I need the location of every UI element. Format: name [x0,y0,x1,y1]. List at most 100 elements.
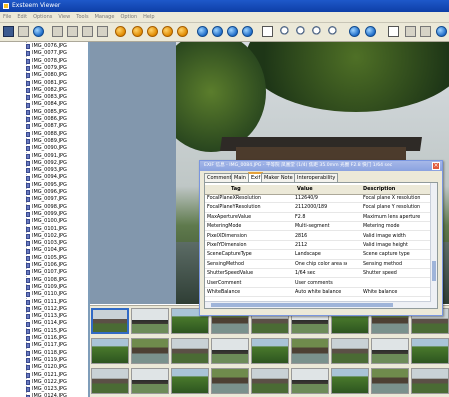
thumbnail[interactable] [171,368,209,394]
file-list-item[interactable]: IMG_0093.JPG [26,167,67,174]
thumbnail[interactable] [371,368,409,394]
file-list-item[interactable]: IMG_0083.JPG [26,94,67,101]
menu-item-file[interactable]: File [0,12,14,22]
thumbnail[interactable] [91,338,129,364]
thumbnail[interactable] [371,338,409,364]
file-list-item[interactable]: IMG_0084.JPG [26,101,67,108]
table-row[interactable]: FocalPlaneXResolution 112640/9 Focal plane… [205,195,431,204]
back-icon[interactable] [197,26,208,37]
open-icon[interactable] [18,26,29,37]
table-row[interactable]: PixelYDimension 2112 Valid image height [205,242,431,251]
file-list-item[interactable]: IMG_0079.JPG [26,65,67,72]
file-list-item[interactable]: IMG_0118.JPG [26,350,67,357]
refresh-icon[interactable] [33,26,44,37]
file-list-item[interactable]: IMG_0076.JPG [26,43,67,50]
save-icon[interactable] [3,26,14,37]
file-list-item[interactable]: IMG_0081.JPG [26,80,67,87]
last-icon[interactable] [177,26,188,37]
file-list-item[interactable]: IMG_0103.JPG [26,240,67,247]
file-list-item[interactable]: IMG_0105.JPG [26,255,67,262]
doc-icon[interactable] [388,26,399,37]
file-list-item[interactable]: IMG_0106.JPG [26,262,67,269]
column-header-value[interactable]: Value [297,185,349,194]
zoom-actual-icon[interactable] [328,26,339,37]
tab-maker-note[interactable]: Maker Note [261,173,296,182]
column-header-description[interactable]: Description [363,185,429,194]
vertical-scroll-thumb[interactable] [432,261,436,281]
file-list-item[interactable]: IMG_0119.JPG [26,357,67,364]
table-row[interactable]: WhiteBalance Auto white balance White bala… [205,289,431,298]
thumbnail[interactable] [411,338,449,364]
first-icon[interactable] [162,26,173,37]
file-tree[interactable]: IMG_0076.JPG IMG_0077.JPG IMG_0078.JPG IMG_… [0,42,90,397]
next-icon[interactable] [147,26,158,37]
forward-icon[interactable] [212,26,223,37]
file-list-item[interactable]: IMG_0100.JPG [26,218,67,225]
file-list-item[interactable]: IMG_0117.JPG [26,342,67,349]
file-list-item[interactable]: IMG_0080.JPG [26,72,67,79]
file-list-item[interactable]: IMG_0124.JPG [26,393,67,397]
thumbnail[interactable] [291,368,329,394]
file-list-item[interactable]: IMG_0102.JPG [26,233,67,240]
zoom-out-icon[interactable] [296,26,307,37]
blank-icon[interactable] [262,26,273,37]
cut-icon[interactable] [52,26,63,37]
thumbnail[interactable] [291,338,329,364]
file-list-item[interactable]: IMG_0098.JPG [26,204,67,211]
column-header-tag[interactable]: Tag [231,185,289,194]
table-row[interactable]: MeteringMode Multi-segment Metering mode [205,223,431,232]
file-list-item[interactable]: IMG_0090.JPG [26,145,67,152]
horizontal-scrollbar[interactable] [205,301,431,308]
zoom-fit-icon[interactable] [312,26,323,37]
file-list-item[interactable]: IMG_0077.JPG [26,50,67,57]
file-list-item[interactable]: IMG_0120.JPG [26,364,67,371]
menu-item-options[interactable]: Options [30,12,55,22]
copy-icon[interactable] [67,26,78,37]
table-row[interactable]: SceneCaptureType Landscape Scene capture t… [205,251,431,260]
file-list-item[interactable]: IMG_0115.JPG [26,328,67,335]
thumbnail[interactable] [411,368,449,394]
file-list-item[interactable]: IMG_0116.JPG [26,335,67,342]
circle-icon[interactable] [115,26,126,37]
file-list-item[interactable]: IMG_0096.JPG [26,189,67,196]
table-row[interactable]: PixelXDimension 2816 Valid image width [205,233,431,241]
thumbnail[interactable] [331,368,369,394]
table-row[interactable]: SensingMethod One chip color area sensor S… [205,261,431,269]
file-list-item[interactable]: IMG_0108.JPG [26,277,67,284]
file-list-item[interactable]: IMG_0099.JPG [26,211,67,218]
file-list-item[interactable]: IMG_0123.JPG [26,386,67,393]
menu-item-edit[interactable]: Edit [14,12,30,22]
tab-main[interactable]: Main [231,173,249,182]
menu-item-option[interactable]: Option [117,12,140,22]
thumbnail[interactable] [331,338,369,364]
file-list-item[interactable]: IMG_0107.JPG [26,269,67,276]
up-icon[interactable] [227,26,238,37]
file-list-item[interactable]: IMG_0110.JPG [26,291,67,298]
file-list-item[interactable]: IMG_0109.JPG [26,284,67,291]
tab-interoperability[interactable]: Interoperability [294,173,339,182]
file-list-item[interactable]: IMG_0087.JPG [26,123,67,130]
thumbnail[interactable] [131,308,169,334]
prev-icon[interactable] [132,26,143,37]
file-list-item[interactable]: IMG_0091.JPG [26,153,67,160]
file-list-item[interactable]: IMG_0095.JPG [26,182,67,189]
exit-icon[interactable] [436,26,447,37]
thumbnail-strip[interactable] [90,305,449,397]
file-list-item[interactable]: IMG_0085.JPG [26,109,67,116]
vertical-scrollbar[interactable] [430,183,437,308]
file-list-item[interactable]: IMG_0086.JPG [26,116,67,123]
file-list-item[interactable]: IMG_0092.JPG [26,160,67,167]
thumbnail[interactable] [211,368,249,394]
file-list-item[interactable]: IMG_0089.JPG [26,138,67,145]
file-list-item[interactable]: IMG_0114.JPG [26,320,67,327]
thumbnail[interactable] [131,338,169,364]
menu-item-help[interactable]: Help [140,12,157,22]
thumbnail[interactable] [171,338,209,364]
table-row[interactable]: FocalPlaneYResolution 2112000/189 Focal pl… [205,204,431,213]
file-list-item[interactable]: IMG_0088.JPG [26,131,67,138]
file-list-item[interactable]: IMG_0078.JPG [26,58,67,65]
file-list-item[interactable]: IMG_0121.JPG [26,372,67,379]
close-icon[interactable]: × [432,162,440,170]
thumbnail[interactable] [131,368,169,394]
down-icon[interactable] [242,26,253,37]
